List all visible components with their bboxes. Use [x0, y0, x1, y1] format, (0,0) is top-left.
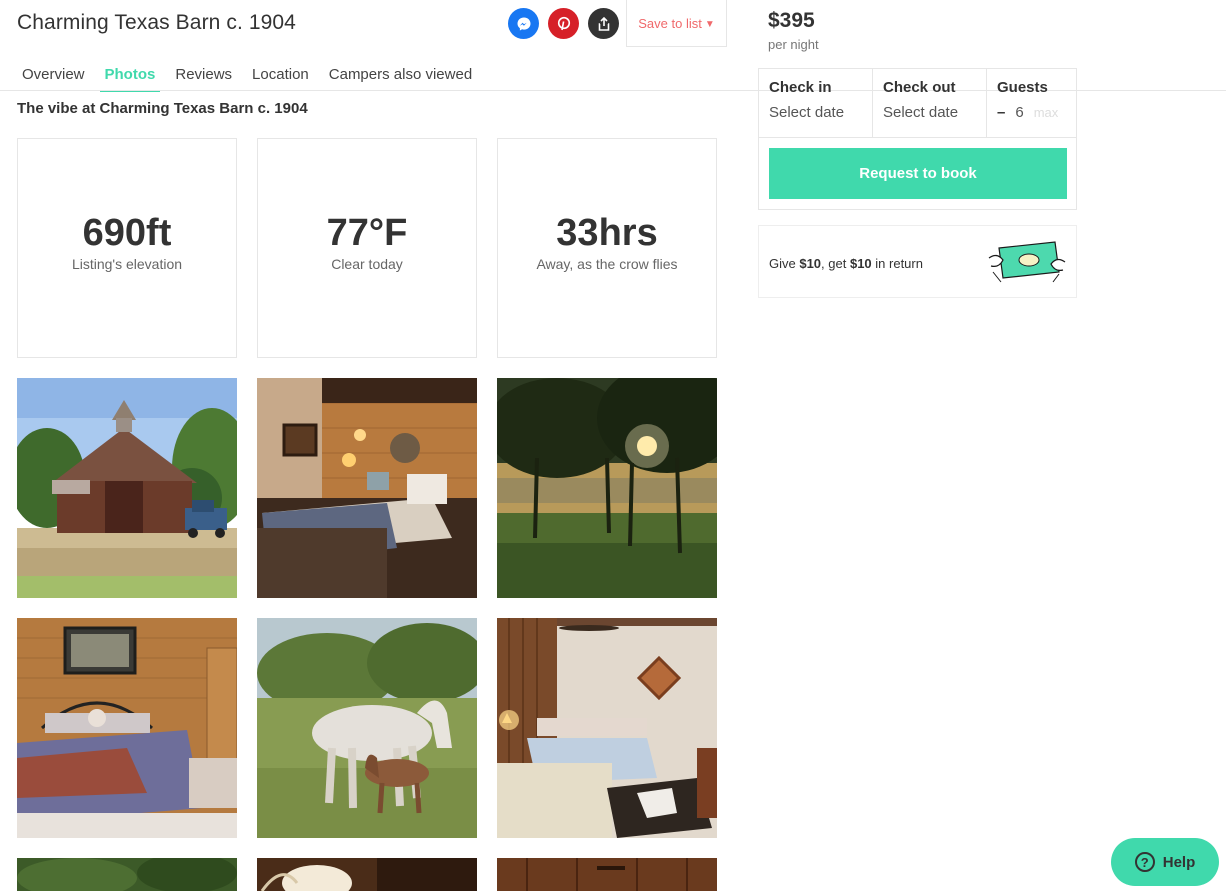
- horses-photo: [257, 618, 477, 838]
- messenger-share-button[interactable]: [508, 8, 539, 39]
- messenger-icon: [517, 17, 530, 30]
- photo-bedroom-wood-wall[interactable]: [257, 378, 477, 598]
- tab-location[interactable]: Location: [247, 62, 314, 92]
- referral-get-amount: $10: [849, 256, 872, 271]
- photo-bedroom-iron-bed[interactable]: [17, 618, 237, 838]
- guests-label: Guests: [997, 79, 1048, 96]
- photo-ceiling-partial[interactable]: [497, 858, 717, 891]
- stat-label: Away, as the crow flies: [536, 256, 678, 273]
- request-to-book-button[interactable]: Request to book: [769, 148, 1067, 199]
- guests-decrement-button[interactable]: –: [997, 104, 1005, 121]
- tab-reviews[interactable]: Reviews: [170, 62, 237, 92]
- tab-overview[interactable]: Overview: [17, 62, 90, 92]
- check-out-field[interactable]: Check out Select date: [873, 69, 987, 137]
- stat-label: Clear today: [331, 256, 403, 273]
- help-icon: ?: [1134, 852, 1155, 872]
- stat-label: Listing's elevation: [71, 256, 183, 273]
- listing-title: Charming Texas Barn c. 1904: [17, 11, 296, 34]
- pinterest-share-button[interactable]: [548, 8, 579, 39]
- photo-horses[interactable]: [257, 618, 477, 838]
- stat-card-distance: 33hrs Away, as the crow flies: [497, 138, 717, 358]
- check-out-value: Select date: [883, 104, 959, 121]
- tab-photos[interactable]: Photos: [99, 62, 161, 92]
- photo-barn-exterior[interactable]: [17, 378, 237, 598]
- stat-value: 77°F: [326, 211, 408, 254]
- stat-value: 33hrs: [556, 211, 658, 254]
- guests-max-label: max: [1033, 105, 1059, 120]
- stat-card-weather: 77°F Clear today: [257, 138, 477, 358]
- photo-chandelier-partial[interactable]: [257, 858, 477, 891]
- chandelier-partial-photo: [257, 858, 477, 891]
- ceiling-partial-photo: [497, 858, 717, 891]
- bedroom-two-beds-photo: [497, 618, 717, 838]
- nightly-price: $395: [768, 9, 815, 32]
- sunset-trees-photo: [497, 378, 717, 598]
- check-out-label: Check out: [883, 79, 956, 96]
- bedroom-iron-bed-photo: [17, 618, 237, 838]
- share-icon: [598, 16, 609, 31]
- vibe-heading: The vibe at Charming Texas Barn c. 1904: [17, 100, 308, 117]
- barn-exterior-photo: [17, 378, 237, 598]
- referral-card[interactable]: Give $10, get $10 in return: [758, 225, 1077, 298]
- referral-give-amount: $10: [799, 256, 822, 271]
- check-in-value: Select date: [769, 104, 845, 121]
- photo-bedroom-two-beds[interactable]: [497, 618, 717, 838]
- referral-suffix: in return: [871, 256, 923, 271]
- booking-divider: [759, 137, 1076, 138]
- help-button[interactable]: ? Help: [1111, 838, 1219, 886]
- photo-sunset-trees[interactable]: [497, 378, 717, 598]
- save-to-list-label: Save to list: [638, 15, 702, 31]
- referral-middle: , get: [821, 256, 850, 271]
- guests-count: 6: [1015, 104, 1024, 121]
- share-button[interactable]: [588, 8, 619, 39]
- referral-prefix: Give: [769, 256, 800, 271]
- check-in-field[interactable]: Check in Select date: [759, 69, 873, 137]
- section-tabs: Overview Photos Reviews Location Campers…: [17, 62, 487, 92]
- save-to-list-button[interactable]: Save to list ▼: [626, 0, 727, 47]
- bedroom-wood-wall-photo: [257, 378, 477, 598]
- booking-card: Check in Select date Check out Select da…: [758, 68, 1077, 210]
- chevron-down-icon: ▼: [704, 18, 715, 30]
- referral-text: Give $10, get $10 in return: [769, 256, 923, 271]
- guests-field: Guests – 6 max: [987, 69, 1076, 137]
- photo-trees-partial[interactable]: [17, 858, 237, 891]
- stat-card-elevation: 690ft Listing's elevation: [17, 138, 237, 358]
- check-in-label: Check in: [769, 79, 832, 96]
- help-label: Help: [1162, 853, 1196, 871]
- money-hands-illustration: [988, 241, 1066, 283]
- tab-campers-also-viewed[interactable]: Campers also viewed: [324, 62, 477, 92]
- trees-partial-photo: [17, 858, 237, 891]
- stat-value: 690ft: [82, 211, 172, 254]
- per-night-label: per night: [768, 37, 819, 52]
- pinterest-icon: [557, 16, 570, 30]
